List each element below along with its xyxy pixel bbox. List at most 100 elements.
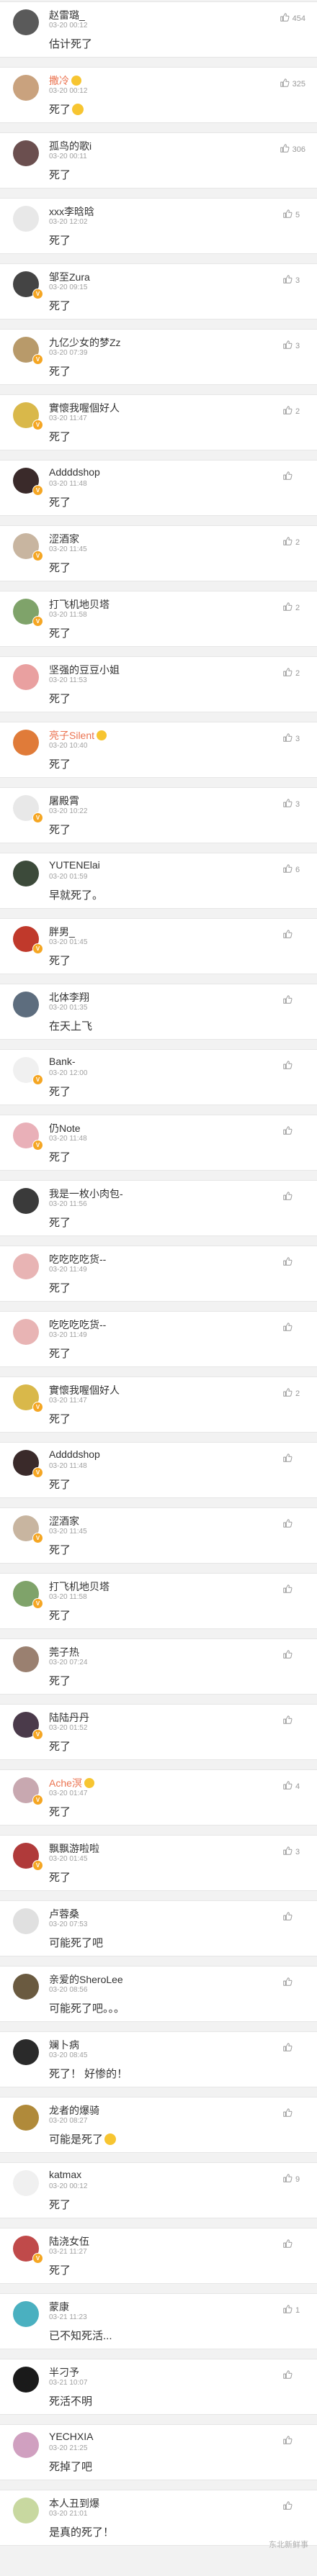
- comment-author[interactable]: 飘飘游啦啦: [49, 1841, 99, 1856]
- comment-author[interactable]: xxx李晗晗: [49, 204, 94, 219]
- comment-author[interactable]: YUTENElai: [49, 859, 100, 871]
- comment-author[interactable]: 亲爱的SheroLee: [49, 1972, 123, 1987]
- comment-author[interactable]: 胖男_: [49, 925, 75, 939]
- avatar[interactable]: [13, 2039, 39, 2065]
- like-button[interactable]: [282, 1060, 305, 1072]
- comment-time: 03-20 07:24: [49, 1659, 88, 1666]
- comment-author[interactable]: 卢蓉桑: [49, 1907, 79, 1921]
- comment-author[interactable]: 九亿少女的梦Zz: [49, 335, 121, 350]
- like-button[interactable]: 3: [282, 1846, 305, 1858]
- like-button[interactable]: 2: [282, 1387, 305, 1400]
- comment-author[interactable]: Ache溟: [49, 1776, 94, 1790]
- like-button[interactable]: 454: [280, 12, 305, 24]
- comment-author[interactable]: 坚强的豆豆小姐: [49, 663, 120, 677]
- like-button[interactable]: 9: [282, 2173, 305, 2185]
- like-button[interactable]: [282, 1322, 305, 1334]
- comment-author[interactable]: Bank-: [49, 1056, 76, 1067]
- comment-author[interactable]: 屠殿霄: [49, 794, 79, 808]
- comment-author[interactable]: 打飞机地贝塔: [49, 1579, 110, 1594]
- comment-author[interactable]: 陆浇女伍: [49, 2234, 89, 2249]
- comment-author[interactable]: 莞子热: [49, 1645, 79, 1659]
- comment-author[interactable]: katmax: [49, 2169, 81, 2180]
- like-button[interactable]: 306: [280, 143, 305, 155]
- avatar[interactable]: [13, 1974, 39, 2000]
- like-button[interactable]: [282, 2369, 305, 2382]
- comment-author[interactable]: 我是一枚小肉包-: [49, 1187, 123, 1201]
- like-button[interactable]: [282, 1715, 305, 1727]
- like-button[interactable]: [282, 2500, 305, 2513]
- like-button[interactable]: 2: [282, 536, 305, 548]
- comment-author[interactable]: 涩酒家: [49, 532, 79, 546]
- like-button[interactable]: [282, 2435, 305, 2447]
- avatar[interactable]: [13, 2432, 39, 2458]
- comment-author[interactable]: 實懷我喔個好人: [49, 1383, 120, 1397]
- comment-author[interactable]: 半刁予: [49, 2365, 79, 2380]
- like-button[interactable]: 2: [282, 667, 305, 679]
- avatar[interactable]: [13, 2170, 39, 2196]
- like-button[interactable]: [282, 2108, 305, 2120]
- comment-author[interactable]: 邹至Zura: [49, 270, 90, 284]
- like-button[interactable]: 3: [282, 798, 305, 810]
- like-button[interactable]: 3: [282, 733, 305, 745]
- like-button[interactable]: [282, 1191, 305, 1203]
- like-button[interactable]: 2: [282, 602, 305, 614]
- like-button[interactable]: [282, 2042, 305, 2054]
- comment-author[interactable]: 涩酒家: [49, 1514, 79, 1528]
- avatar[interactable]: [13, 1646, 39, 1672]
- comment-author[interactable]: 打飞机地贝塔: [49, 597, 110, 612]
- comment-author[interactable]: 實懷我喔個好人: [49, 401, 120, 415]
- avatar[interactable]: [13, 2498, 39, 2523]
- like-button[interactable]: [282, 1977, 305, 1989]
- avatar[interactable]: [13, 1908, 39, 1934]
- comment-author[interactable]: 吃吃吃吃货--: [49, 1252, 106, 1266]
- like-button[interactable]: 4: [282, 1780, 305, 1792]
- comment-author[interactable]: 仍Note: [49, 1121, 81, 1135]
- avatar[interactable]: [13, 1319, 39, 1345]
- comment-author[interactable]: YECHXIA: [49, 2431, 93, 2442]
- avatar[interactable]: [13, 140, 39, 166]
- like-button[interactable]: 325: [280, 78, 305, 90]
- avatar[interactable]: [13, 9, 39, 35]
- like-button[interactable]: [282, 1453, 305, 1465]
- avatar[interactable]: [13, 75, 39, 101]
- comment-author[interactable]: 赵雷璐_: [49, 8, 85, 22]
- like-button[interactable]: [282, 1911, 305, 1923]
- like-button[interactable]: [282, 1649, 305, 1661]
- avatar[interactable]: [13, 992, 39, 1017]
- comment-author[interactable]: 撒冷: [49, 73, 81, 88]
- like-button[interactable]: [282, 1584, 305, 1596]
- avatar[interactable]: [13, 730, 39, 756]
- like-button[interactable]: [282, 929, 305, 941]
- like-button[interactable]: [282, 471, 305, 483]
- like-button[interactable]: 2: [282, 405, 305, 417]
- avatar[interactable]: [13, 2301, 39, 2327]
- avatar[interactable]: [13, 2367, 39, 2393]
- comment-author[interactable]: 本人丑到爆: [49, 2496, 99, 2511]
- comment-author[interactable]: 孤鸟的歌i: [49, 139, 91, 153]
- like-button[interactable]: 6: [282, 863, 305, 876]
- comment-author[interactable]: 亮子Silent: [49, 728, 107, 743]
- like-button[interactable]: 3: [282, 274, 305, 286]
- avatar[interactable]: [13, 2105, 39, 2131]
- comment-author[interactable]: Addddshop: [49, 466, 100, 478]
- comment-author[interactable]: 吃吃吃吃货--: [49, 1318, 106, 1332]
- like-button[interactable]: [282, 1256, 305, 1269]
- comment-author[interactable]: 斓卜病: [49, 2038, 79, 2052]
- like-button[interactable]: [282, 1125, 305, 1138]
- like-button[interactable]: [282, 1518, 305, 1530]
- avatar[interactable]: [13, 861, 39, 886]
- avatar[interactable]: [13, 664, 39, 690]
- comment-author[interactable]: 蒙康: [49, 2300, 69, 2314]
- like-button[interactable]: [282, 2239, 305, 2251]
- like-button[interactable]: 5: [282, 209, 305, 221]
- like-button[interactable]: 3: [282, 340, 305, 352]
- comment-author[interactable]: 北体李翔: [49, 990, 89, 1004]
- avatar[interactable]: [13, 1188, 39, 1214]
- comment-author[interactable]: 陆陆丹丹: [49, 1710, 89, 1725]
- comment-author[interactable]: Addddshop: [49, 1448, 100, 1460]
- avatar[interactable]: [13, 1253, 39, 1279]
- avatar[interactable]: [13, 206, 39, 232]
- comment-author[interactable]: 龙者的爆骑: [49, 2103, 99, 2118]
- like-button[interactable]: [282, 994, 305, 1007]
- like-button[interactable]: 1: [282, 2304, 305, 2316]
